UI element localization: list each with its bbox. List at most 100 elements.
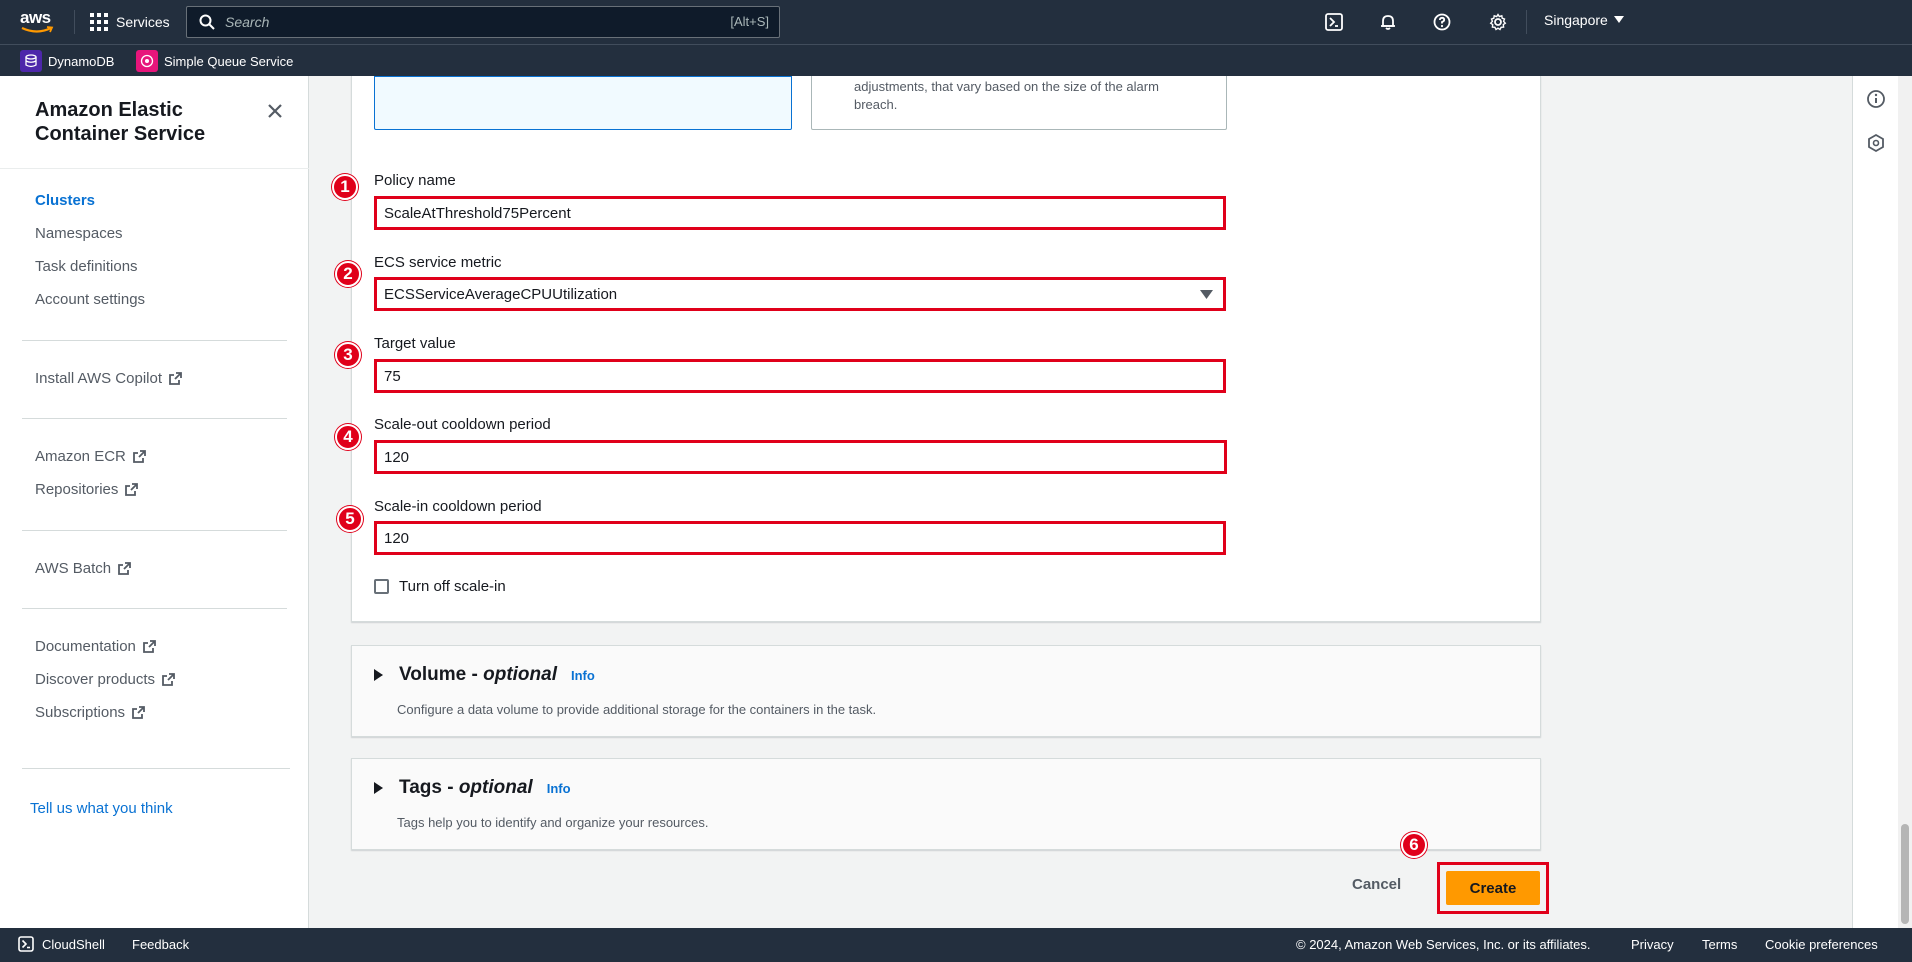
tile-description-line: adjustments, that vary based on the size…: [854, 79, 1159, 94]
external-link-icon: [169, 372, 182, 385]
tags-optional: optional: [458, 777, 533, 798]
policy-name-label: Policy name: [374, 172, 456, 189]
page-scrollbar[interactable]: [1898, 76, 1912, 928]
sidebar-link-label: Documentation: [35, 638, 136, 655]
sidebar-link-subscriptions[interactable]: Subscriptions: [35, 704, 146, 721]
terms-link[interactable]: Terms: [1702, 937, 1737, 952]
sidebar-link-amazon-ecr[interactable]: Amazon ECR: [35, 448, 147, 465]
favorite-simple-queue-service[interactable]: Simple Queue Service: [136, 49, 293, 73]
scale-in-cooldown-label: Scale-in cooldown period: [374, 498, 542, 515]
divider: [22, 530, 287, 531]
sidebar-link-label: Subscriptions: [35, 704, 126, 721]
expand-triangle-icon: [374, 782, 383, 794]
tags-title-text: Tags -: [399, 777, 459, 798]
tell-us-what-you-think-link[interactable]: Tell us what you think: [30, 800, 173, 817]
sidebar-item-namespaces[interactable]: Namespaces: [35, 225, 123, 242]
sidebar-item-account-settings[interactable]: Account settings: [35, 291, 145, 308]
scale-in-cooldown-input[interactable]: [384, 529, 1184, 547]
tags-description: Tags help you to identify and organize y…: [397, 815, 709, 830]
aws-logo[interactable]: aws: [20, 8, 56, 36]
settings-gear-icon[interactable]: [1486, 10, 1510, 34]
volume-description: Configure a data volume to provide addit…: [397, 702, 877, 717]
volume-section-header[interactable]: Volume - optional Info: [374, 664, 595, 686]
sidebar-link-label: AWS Batch: [35, 560, 112, 577]
annotation-badge-2: 2: [335, 261, 361, 287]
turn-off-scale-in-label: Turn off scale-in: [399, 578, 506, 595]
ecs-service-metric-label: ECS service metric: [374, 254, 502, 271]
region-selector[interactable]: Singapore: [1544, 12, 1624, 28]
caret-down-icon: [1200, 290, 1213, 299]
external-link-icon: [132, 706, 145, 719]
tags-title: Tags - optional: [399, 777, 533, 799]
nav-divider: [1526, 10, 1527, 34]
help-icon[interactable]: [1430, 10, 1454, 34]
sidebar-link-documentation[interactable]: Documentation: [35, 638, 157, 655]
ecs-service-metric-select[interactable]: ECSServiceAverageCPUUtilization: [374, 277, 1226, 311]
external-link-icon: [125, 483, 139, 496]
privacy-link[interactable]: Privacy: [1631, 937, 1674, 952]
copyright-text: © 2024, Amazon Web Services, Inc. or its…: [1296, 937, 1591, 952]
services-menu-button[interactable]: Services: [90, 10, 170, 34]
target-value-label: Target value: [374, 335, 456, 352]
tags-info-link[interactable]: Info: [547, 781, 571, 796]
hexagon-settings-icon[interactable]: [1865, 132, 1887, 154]
info-icon[interactable]: [1865, 88, 1887, 110]
favorites-bar: DynamoDB Simple Queue Service: [0, 44, 1912, 76]
cloudshell-icon[interactable]: [1322, 10, 1346, 34]
cancel-button[interactable]: Cancel: [1352, 876, 1401, 893]
close-icon[interactable]: [264, 100, 288, 124]
divider: [22, 340, 287, 341]
volume-section[interactable]: Volume - optional Info Configure a data …: [351, 645, 1541, 737]
annotation-badge-1: 1: [332, 174, 358, 200]
annotation-badge-6: 6: [1401, 832, 1427, 858]
scale-out-cooldown-field[interactable]: [374, 440, 1227, 474]
sidebar-link-label: Discover products: [35, 671, 156, 688]
annotation-badge-5: 5: [337, 506, 363, 532]
tags-section-header[interactable]: Tags - optional Info: [374, 777, 571, 799]
sidebar-link-aws-batch[interactable]: AWS Batch: [35, 560, 132, 577]
search-input[interactable]: [225, 14, 705, 30]
scale-in-cooldown-field[interactable]: [374, 521, 1226, 555]
external-link-icon: [143, 640, 156, 653]
policy-name-input[interactable]: [384, 204, 1184, 222]
utility-rail: [1852, 76, 1898, 928]
policy-type-tile-step-scaling[interactable]: adjustments, that vary based on the size…: [811, 76, 1227, 130]
policy-type-tile-target-tracking[interactable]: [374, 76, 792, 130]
cloudshell-button[interactable]: CloudShell: [18, 936, 105, 952]
sidebar-link-repositories[interactable]: Repositories: [35, 481, 139, 498]
caret-down-icon: [1613, 16, 1624, 23]
favorite-label: DynamoDB: [48, 53, 115, 69]
scrollbar-thumb[interactable]: [1901, 824, 1909, 924]
dynamodb-icon: [20, 50, 42, 72]
notifications-bell-icon[interactable]: [1376, 10, 1400, 34]
sidebar-item-clusters[interactable]: Clusters: [35, 192, 95, 209]
search-shortcut: [Alt+S]: [730, 14, 769, 29]
turn-off-scale-in-row[interactable]: Turn off scale-in: [374, 578, 506, 595]
target-value-input[interactable]: [384, 367, 1184, 385]
volume-info-link[interactable]: Info: [571, 668, 595, 683]
annotation-badge-4: 4: [335, 424, 361, 450]
nav-divider: [74, 10, 75, 34]
sidebar-link-install-aws-copilot[interactable]: Install AWS Copilot: [35, 370, 183, 387]
cookie-preferences-link[interactable]: Cookie preferences: [1765, 937, 1878, 952]
tags-section[interactable]: Tags - optional Info Tags help you to id…: [351, 758, 1541, 850]
divider: [0, 168, 309, 169]
favorite-dynamodb[interactable]: DynamoDB: [20, 49, 114, 73]
create-button[interactable]: Create: [1446, 871, 1540, 905]
scale-out-cooldown-input[interactable]: [384, 448, 1184, 466]
services-label: Services: [116, 14, 170, 30]
external-link-icon: [132, 450, 146, 463]
target-value-field[interactable]: [374, 359, 1226, 393]
favorite-label: Simple Queue Service: [164, 53, 294, 69]
turn-off-scale-in-checkbox[interactable]: [374, 579, 389, 594]
policy-name-field[interactable]: [374, 196, 1226, 230]
search-box[interactable]: [Alt+S]: [186, 6, 780, 38]
footer-feedback-link[interactable]: Feedback: [132, 937, 189, 952]
scaling-policy-panel: adjustments, that vary based on the size…: [332, 76, 1541, 622]
sidebar-link-discover-products[interactable]: Discover products: [35, 671, 176, 688]
side-navigation: Amazon Elastic Container Service Cluster…: [0, 76, 309, 928]
sidebar-title: Amazon Elastic Container Service: [35, 99, 206, 145]
volume-title-text: Volume -: [399, 664, 484, 685]
sidebar-item-task-definitions[interactable]: Task definitions: [35, 258, 138, 275]
divider: [22, 418, 287, 419]
